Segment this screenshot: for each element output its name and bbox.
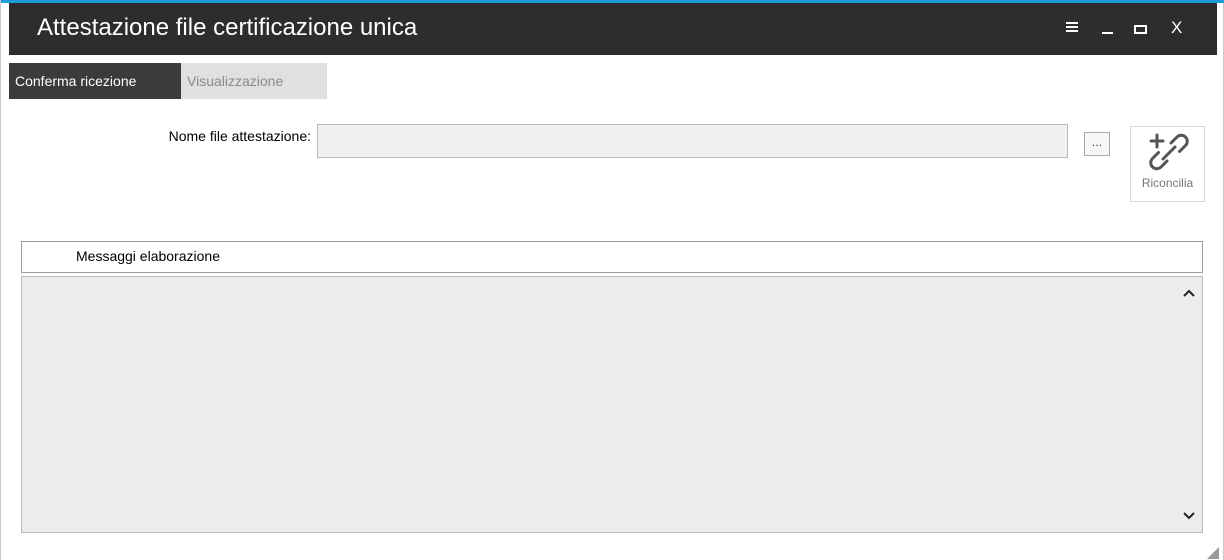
maximize-icon[interactable] [1132,17,1154,39]
tab-conferma-ricezione[interactable]: Conferma ricezione [9,63,181,99]
reconcile-label: Riconcilia [1141,176,1194,190]
window-title: Attestazione file certificazione unica [37,14,418,41]
title-bar[interactable]: Attestazione file certificazione unica X [9,3,1217,55]
browse-button[interactable]: ... [1084,132,1110,156]
close-icon[interactable]: X [1167,17,1189,39]
window: Attestazione file certificazione unica X… [0,0,1224,560]
file-name-input[interactable] [317,124,1068,158]
messages-area[interactable] [21,276,1203,533]
messages-header: Messaggi elaborazione [21,241,1203,273]
reconcile-button[interactable]: Riconcilia [1130,126,1205,202]
scroll-down-icon[interactable] [1178,504,1200,526]
close-glyph: X [1171,18,1183,37]
menu-icon[interactable] [1063,17,1085,39]
resize-grip-icon[interactable] [1207,544,1219,559]
tab-visualizzazione[interactable]: Visualizzazione [181,63,327,99]
scroll-up-icon[interactable] [1178,283,1200,305]
file-name-label: Nome file attestazione: [168,128,311,144]
link-add-icon [1149,133,1189,171]
messages-header-label: Messaggi elaborazione [76,248,220,264]
minimize-icon[interactable] [1099,17,1121,39]
